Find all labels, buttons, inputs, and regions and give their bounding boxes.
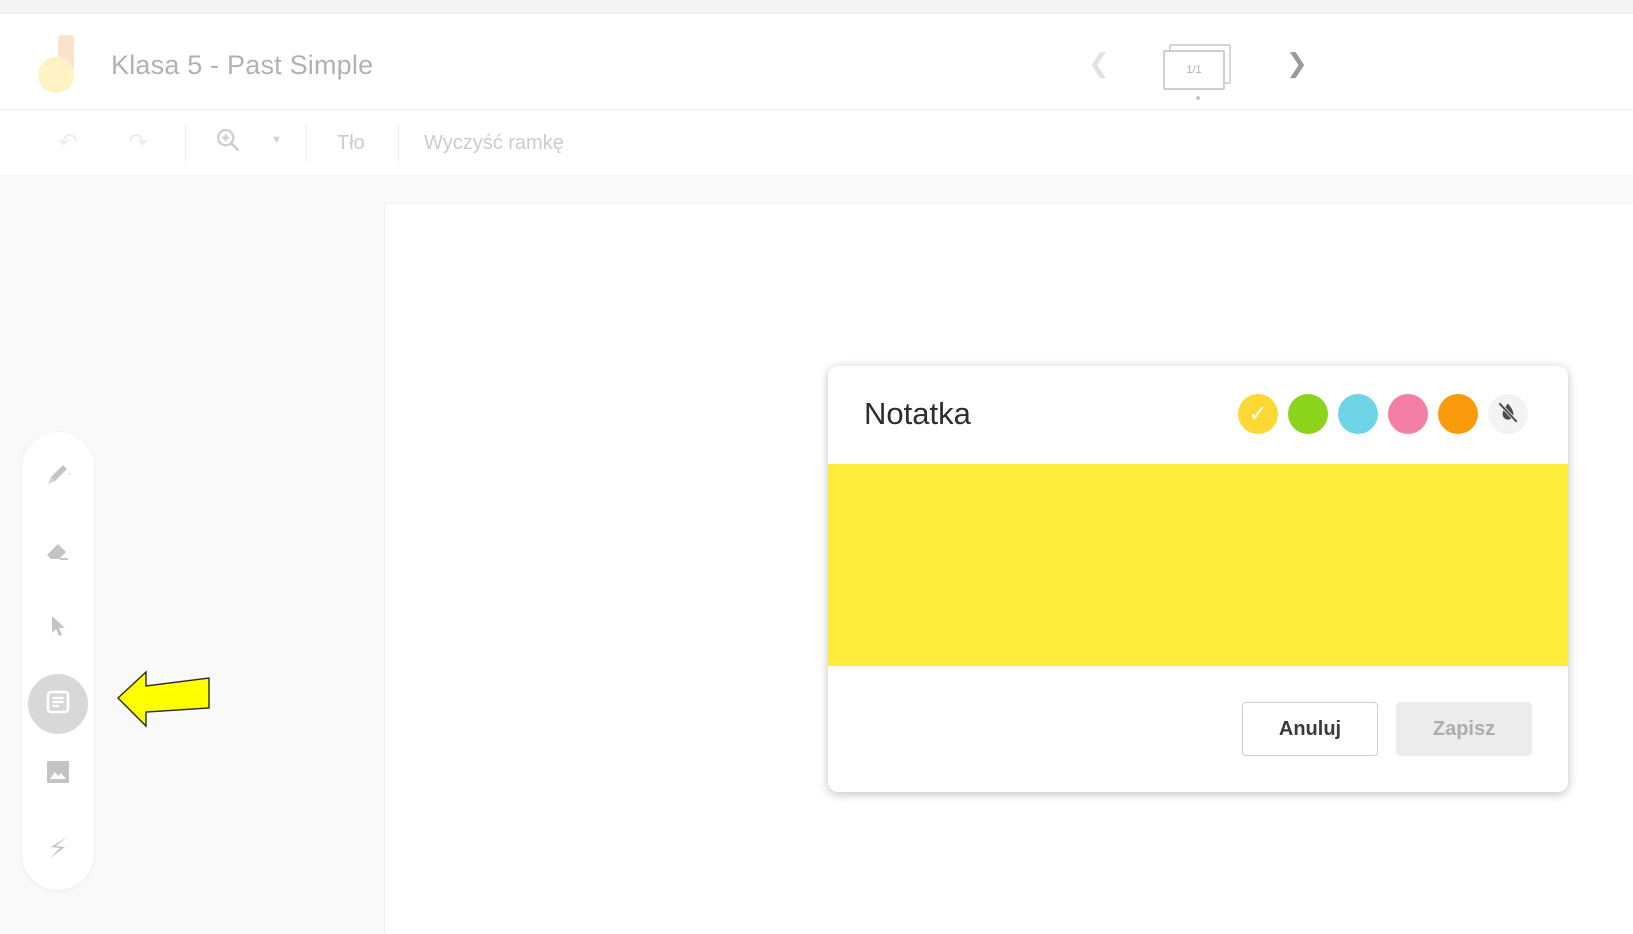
cancel-button[interactable]: Anuluj bbox=[1242, 702, 1378, 756]
next-frame-icon[interactable]: ❯ bbox=[1286, 48, 1308, 79]
pen-tool[interactable] bbox=[36, 454, 80, 498]
check-icon: ✓ bbox=[1248, 401, 1268, 426]
jamboard-logo bbox=[38, 35, 78, 93]
save-button[interactable]: Zapisz bbox=[1396, 702, 1532, 756]
color-swatch-pink[interactable] bbox=[1388, 394, 1428, 434]
image-tool[interactable] bbox=[36, 752, 80, 796]
color-swatch-yellow[interactable]: ✓ bbox=[1238, 394, 1278, 434]
toolbar: ↶ ↷ ▼ Tło Wyczyść ramkę bbox=[0, 110, 1633, 176]
toolbar-divider bbox=[306, 124, 307, 162]
redo-icon[interactable]: ↷ bbox=[128, 128, 148, 157]
jamboard-page: Klasa 5 - Past Simple ❮ 1/1 ❯ ↶ ↷ ▼ Tło … bbox=[0, 0, 1633, 934]
previous-frame-icon[interactable]: ❮ bbox=[1088, 48, 1110, 79]
dialog-title: Notatka bbox=[864, 396, 971, 431]
logo-circle bbox=[38, 57, 74, 93]
image-icon bbox=[43, 757, 73, 792]
laser-tool[interactable] bbox=[36, 828, 80, 872]
clear-frame-button[interactable]: Wyczyść ramkę bbox=[424, 132, 564, 155]
toolbar-divider bbox=[398, 124, 399, 162]
color-swatch-orange[interactable] bbox=[1438, 394, 1478, 434]
background-button[interactable]: Tło bbox=[337, 132, 365, 155]
top-strip bbox=[0, 0, 1633, 14]
zoom-in-icon[interactable] bbox=[214, 126, 242, 161]
cursor-icon bbox=[43, 611, 73, 646]
eraser-icon bbox=[43, 535, 73, 570]
no-color-button[interactable] bbox=[1488, 394, 1528, 434]
color-swatch-blue[interactable] bbox=[1338, 394, 1378, 434]
select-tool[interactable] bbox=[36, 606, 80, 650]
side-toolbar bbox=[22, 432, 94, 890]
document-title[interactable]: Klasa 5 - Past Simple bbox=[111, 50, 373, 81]
sticky-note-dialog: Notatka ✓ Anuluj Zapisz bbox=[828, 366, 1568, 792]
note-text-area[interactable] bbox=[828, 464, 1568, 666]
app-header: Klasa 5 - Past Simple ❮ 1/1 ❯ bbox=[0, 14, 1633, 110]
eraser-tool[interactable] bbox=[36, 530, 80, 574]
zoom-dropdown-icon[interactable]: ▼ bbox=[271, 134, 282, 146]
sticky-note-tool[interactable] bbox=[28, 674, 88, 734]
frame-bar-toggle[interactable]: 1/1 bbox=[1163, 44, 1233, 100]
toolbar-divider bbox=[185, 124, 186, 162]
frame-pager: ❮ 1/1 ❯ bbox=[1088, 44, 1308, 100]
laser-icon bbox=[43, 833, 73, 868]
frame-indicator: 1/1 bbox=[1163, 50, 1225, 90]
color-swatch-green[interactable] bbox=[1288, 394, 1328, 434]
yellow-pointer-arrow-icon bbox=[116, 668, 212, 728]
sticky-note-icon bbox=[43, 687, 73, 722]
undo-icon[interactable]: ↶ bbox=[58, 128, 78, 157]
pen-icon bbox=[43, 459, 73, 494]
frame-dot bbox=[1196, 96, 1200, 100]
ink-off-icon bbox=[1495, 399, 1521, 430]
